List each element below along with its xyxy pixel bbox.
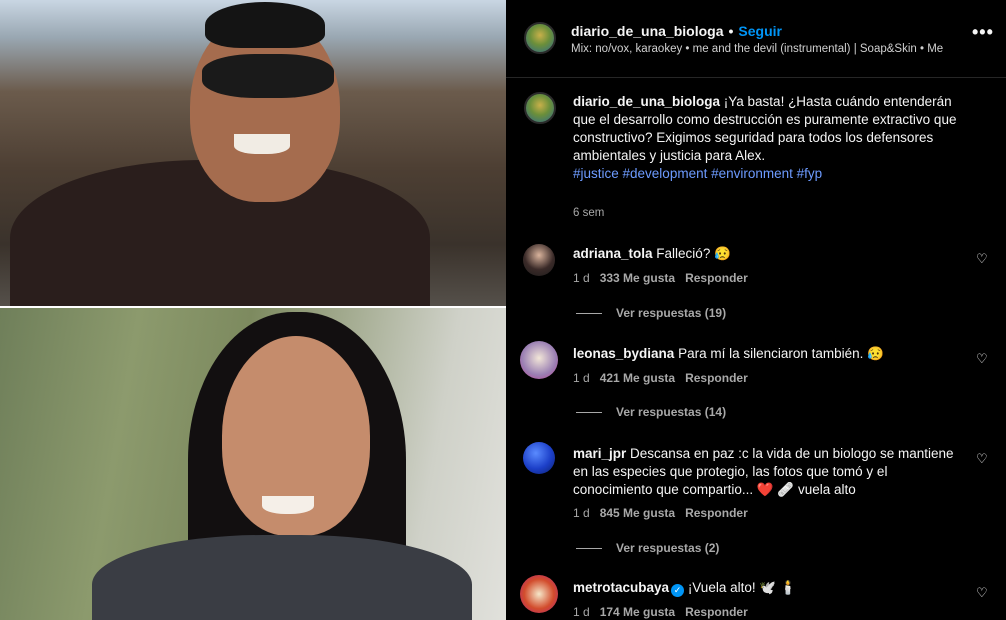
reply-button[interactable]: Responder [685, 605, 748, 619]
post-header: diario_de_una_biologa • Seguir Mix: no/vox… [506, 0, 1006, 78]
comment-body: adriana_tola Falleció? 😥 [573, 245, 968, 263]
commenter-avatar[interactable] [520, 575, 558, 613]
like-heart-icon[interactable]: ♡ [976, 351, 988, 367]
comment-text: ¡Vuela alto! 🕊️ 🕯️ [687, 580, 797, 595]
audio-track[interactable]: Mix: no/vox, karaokey • me and the devil… [571, 43, 956, 55]
caption-avatar[interactable] [524, 92, 556, 124]
comment-username[interactable]: adriana_tola [573, 246, 653, 261]
post-viewer: diario_de_una_biologa • Seguir Mix: no/vox… [0, 0, 1006, 620]
like-heart-icon[interactable]: ♡ [976, 585, 988, 601]
man-smile [234, 134, 290, 154]
man-hair [205, 2, 325, 48]
sunglasses [202, 54, 334, 98]
author-line: diario_de_una_biologa • Seguir [571, 23, 782, 39]
comment-text: Descansa en paz :c la vida de un biologo… [573, 446, 954, 497]
comment-time: 1 d [573, 271, 590, 285]
comment-meta: 1 d 421 Me gusta Responder [573, 371, 758, 385]
reply-button[interactable]: Responder [685, 371, 748, 385]
view-replies[interactable]: Ver respuestas (14) [576, 405, 726, 419]
post-caption: diario_de_una_biologa ¡Ya basta! ¿Hasta … [573, 93, 973, 183]
video-top-frame [0, 0, 506, 330]
comment-body: metrotacubaya ✓ ¡Vuela alto! 🕊️ 🕯️ [573, 579, 968, 597]
comment-likes[interactable]: 845 Me gusta [600, 506, 675, 520]
verified-badge-icon: ✓ [671, 584, 685, 597]
woman-shirt [92, 535, 472, 620]
comment-body: leonas_bydiana Para mí la silenciaron ta… [573, 345, 968, 363]
comment-username[interactable]: leonas_bydiana [573, 346, 674, 361]
reply-button[interactable]: Responder [685, 271, 748, 285]
comment-username[interactable]: mari_jpr [573, 446, 626, 461]
commenter-avatar[interactable] [523, 442, 555, 474]
caption-time: 6 sem [573, 207, 605, 219]
comment-time: 1 d [573, 506, 590, 520]
comment-text: Para mí la silenciaron también. 😥 [678, 346, 884, 361]
video-player[interactable] [0, 0, 506, 620]
view-replies-label[interactable]: Ver respuestas (14) [616, 405, 726, 419]
view-replies-label[interactable]: Ver respuestas (2) [616, 541, 719, 555]
like-heart-icon[interactable]: ♡ [976, 451, 988, 467]
comment-likes[interactable]: 174 Me gusta [600, 605, 675, 619]
caption-hashtags[interactable]: #justice #development #environment #fyp [573, 165, 973, 183]
comment-time: 1 d [573, 371, 590, 385]
comment-likes[interactable]: 333 Me gusta [600, 271, 675, 285]
more-options-icon[interactable]: ••• [972, 23, 994, 41]
follow-button[interactable]: Seguir [738, 23, 782, 39]
commenter-avatar[interactable] [520, 341, 558, 379]
comment-likes[interactable]: 421 Me gusta [600, 371, 675, 385]
comments-panel: diario_de_una_biologa • Seguir Mix: no/vox… [506, 0, 1006, 620]
comment-body: mari_jpr Descansa en paz :c la vida de u… [573, 445, 968, 499]
commenter-avatar[interactable] [523, 244, 555, 276]
author-avatar[interactable] [524, 22, 556, 54]
separator-dot: • [728, 23, 734, 39]
author-username[interactable]: diario_de_una_biologa [571, 23, 723, 39]
view-replies[interactable]: Ver respuestas (19) [576, 306, 726, 320]
replies-line [576, 548, 602, 550]
view-replies[interactable]: Ver respuestas (2) [576, 541, 719, 555]
caption-username[interactable]: diario_de_una_biologa [573, 94, 720, 109]
comment-time: 1 d [573, 605, 590, 619]
comment-meta: 1 d 174 Me gusta Responder [573, 605, 758, 619]
comment-username[interactable]: metrotacubaya [573, 580, 669, 595]
replies-line [576, 313, 602, 315]
like-heart-icon[interactable]: ♡ [976, 251, 988, 267]
comment-text: Falleció? 😥 [656, 246, 731, 261]
replies-line [576, 412, 602, 414]
comment-meta: 1 d 845 Me gusta Responder [573, 506, 758, 520]
view-replies-label[interactable]: Ver respuestas (19) [616, 306, 726, 320]
reply-button[interactable]: Responder [685, 506, 748, 520]
comment-meta: 1 d 333 Me gusta Responder [573, 271, 758, 285]
woman-smile [262, 496, 314, 514]
